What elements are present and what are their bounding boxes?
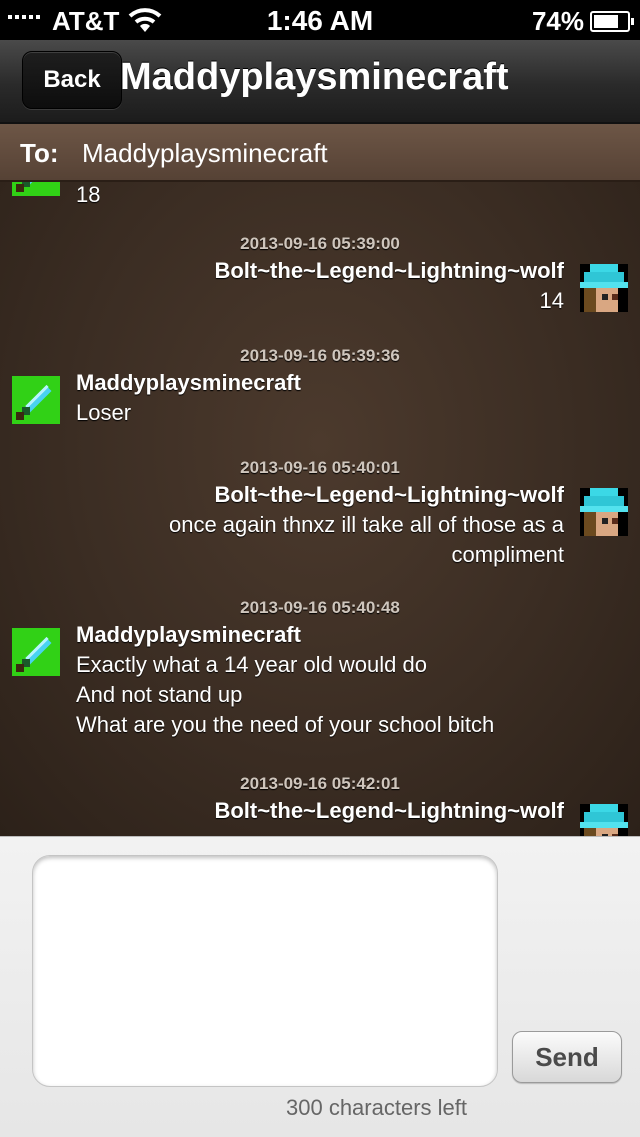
diamond-sword-avatar-icon xyxy=(12,628,60,676)
nav-bar: Back Maddyplaysminecraft xyxy=(0,40,640,124)
message-item: Bolt~the~Legend~Lightning~wolf once agai… xyxy=(169,482,564,570)
message-list[interactable]: 18 2013-09-16 05:39:00 Bolt~the~Legend~L… xyxy=(0,182,640,836)
back-button[interactable]: Back xyxy=(22,51,122,109)
message-sender: Maddyplaysminecraft xyxy=(76,622,301,647)
message-sender: Maddyplaysminecraft xyxy=(76,370,301,395)
message-item: Bolt~the~Legend~Lightning~wolf 14 xyxy=(214,258,564,316)
message-timestamp: 2013-09-16 05:40:01 xyxy=(240,458,400,477)
message-item: Bolt~the~Legend~Lightning~wolf xyxy=(214,798,564,824)
message-text: 18 xyxy=(76,182,101,207)
message-sender: Bolt~the~Legend~Lightning~wolf xyxy=(214,798,564,823)
message-text: 14 xyxy=(539,288,564,313)
message-sender: Bolt~the~Legend~Lightning~wolf xyxy=(214,258,564,283)
recipient-label: To: xyxy=(20,138,59,168)
message-text: compliment xyxy=(451,542,564,567)
message-text: What are you the need of your school bit… xyxy=(76,712,495,737)
message-item: Maddyplaysminecraft Loser xyxy=(76,370,301,428)
message-timestamp: 2013-09-16 05:39:00 xyxy=(240,234,400,253)
message-sender: Bolt~the~Legend~Lightning~wolf xyxy=(214,482,564,507)
message-item: 18 xyxy=(76,182,100,210)
battery-icon xyxy=(590,11,634,32)
status-bar: AT&T 1:46 AM 74% xyxy=(0,0,640,40)
message-timestamp: 2013-09-16 05:39:36 xyxy=(240,346,400,365)
page-title: Maddyplaysminecraft xyxy=(120,56,509,98)
wolf-skin-avatar-icon xyxy=(580,488,628,536)
message-text: once again thnxz ill take all of those a… xyxy=(168,512,564,537)
wolf-skin-avatar-icon xyxy=(580,804,628,836)
diamond-sword-avatar-icon xyxy=(12,376,60,424)
message-input[interactable] xyxy=(32,855,498,1087)
recipient-name[interactable]: Maddyplaysminecraft xyxy=(82,138,328,169)
message-timestamp: 2013-09-16 05:40:48 xyxy=(240,598,400,617)
message-timestamp: 2013-09-16 05:42:01 xyxy=(240,774,400,793)
wolf-skin-avatar-icon xyxy=(580,264,628,312)
character-count: 300 characters left xyxy=(286,1095,467,1120)
recipient-bar: To: Maddyplaysminecraft xyxy=(0,124,640,182)
message-text: Loser xyxy=(76,400,132,425)
message-text: And not stand up xyxy=(76,682,243,707)
message-item: Maddyplaysminecraft Exactly what a 14 ye… xyxy=(76,622,494,740)
message-text: Exactly what a 14 year old would do xyxy=(76,652,427,677)
diamond-sword-avatar-icon xyxy=(12,182,60,196)
composer: Send 300 characters left xyxy=(0,836,640,1137)
send-button[interactable]: Send xyxy=(512,1031,622,1083)
battery-percent: 74% xyxy=(531,6,584,36)
